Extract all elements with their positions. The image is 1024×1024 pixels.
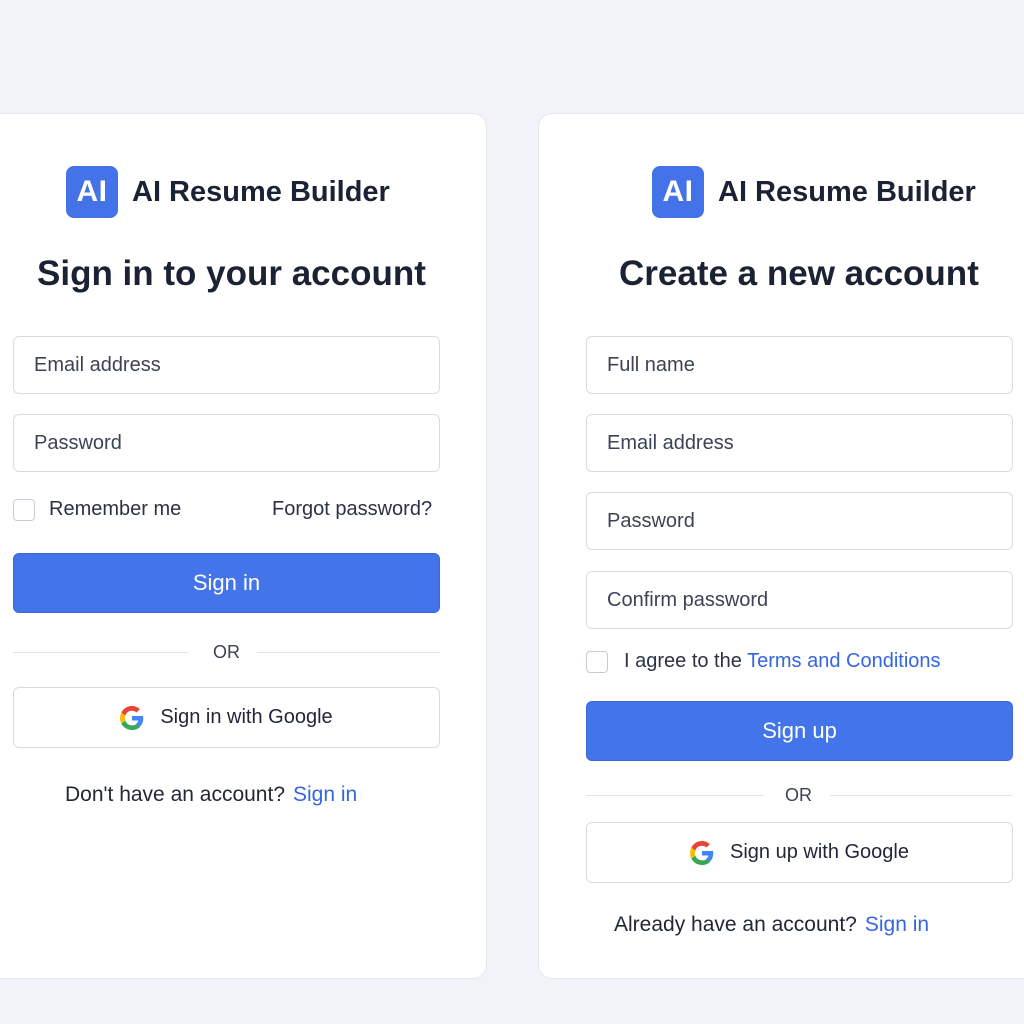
or-divider-right (830, 795, 1013, 796)
remember-me-label: Remember me (49, 498, 182, 520)
signin-brand: AI AI Resume Builder (66, 166, 390, 218)
signin-footer-link[interactable]: Sign in (293, 783, 357, 806)
sign-in-with-google-button[interactable]: Sign in with Google (13, 687, 440, 748)
signin-heading: Sign in to your account (37, 254, 426, 293)
sign-up-with-google-button[interactable]: Sign up with Google (586, 822, 1013, 883)
or-label: OR (213, 642, 240, 662)
brand-name: AI Resume Builder (718, 175, 976, 208)
sign-in-button[interactable]: Sign in (13, 553, 440, 613)
signup-fullname-field[interactable] (586, 336, 1013, 394)
signin-footer: Don't have an account? Sign in (65, 783, 357, 807)
or-divider-left (586, 795, 764, 796)
signup-heading: Create a new account (619, 254, 979, 293)
ai-logo-icon: AI (66, 166, 118, 218)
signup-footer: Already have an account? Sign in (614, 913, 929, 937)
signup-confirm-password-field[interactable] (586, 571, 1013, 629)
or-divider-right (257, 652, 440, 653)
signup-brand: AI AI Resume Builder (652, 166, 976, 218)
or-label: OR (785, 785, 812, 805)
signup-footer-link[interactable]: Sign in (865, 913, 929, 936)
signin-footer-prompt: Don't have an account? (65, 783, 285, 806)
signup-email-field[interactable] (586, 414, 1013, 472)
brand-name: AI Resume Builder (132, 175, 390, 208)
terms-checkbox[interactable] (586, 651, 608, 673)
signup-card: AI AI Resume Builder Create a new accoun… (538, 113, 1024, 979)
signin-email-field[interactable] (13, 336, 440, 394)
google-icon (120, 705, 144, 730)
google-button-label: Sign in with Google (160, 706, 333, 728)
remember-me-checkbox[interactable] (13, 499, 35, 521)
ai-logo-icon: AI (652, 166, 704, 218)
signup-footer-prompt: Already have an account? (614, 913, 857, 936)
auth-screens: AI AI Resume Builder Sign in to your acc… (0, 0, 1024, 1024)
google-button-label: Sign up with Google (729, 841, 909, 863)
terms-agreement: I agree to the Terms and Conditions (624, 650, 941, 673)
or-divider-left (13, 652, 189, 653)
google-icon (689, 840, 714, 865)
signup-password-field[interactable] (586, 492, 1013, 550)
terms-and-conditions-link[interactable]: Terms and Conditions (747, 650, 940, 672)
signin-password-field[interactable] (13, 414, 440, 472)
terms-agree-prefix: I agree to the (624, 650, 742, 672)
forgot-password-link[interactable]: Forgot password? (272, 498, 432, 521)
sign-up-button[interactable]: Sign up (586, 701, 1013, 761)
signin-card: AI AI Resume Builder Sign in to your acc… (0, 113, 487, 979)
